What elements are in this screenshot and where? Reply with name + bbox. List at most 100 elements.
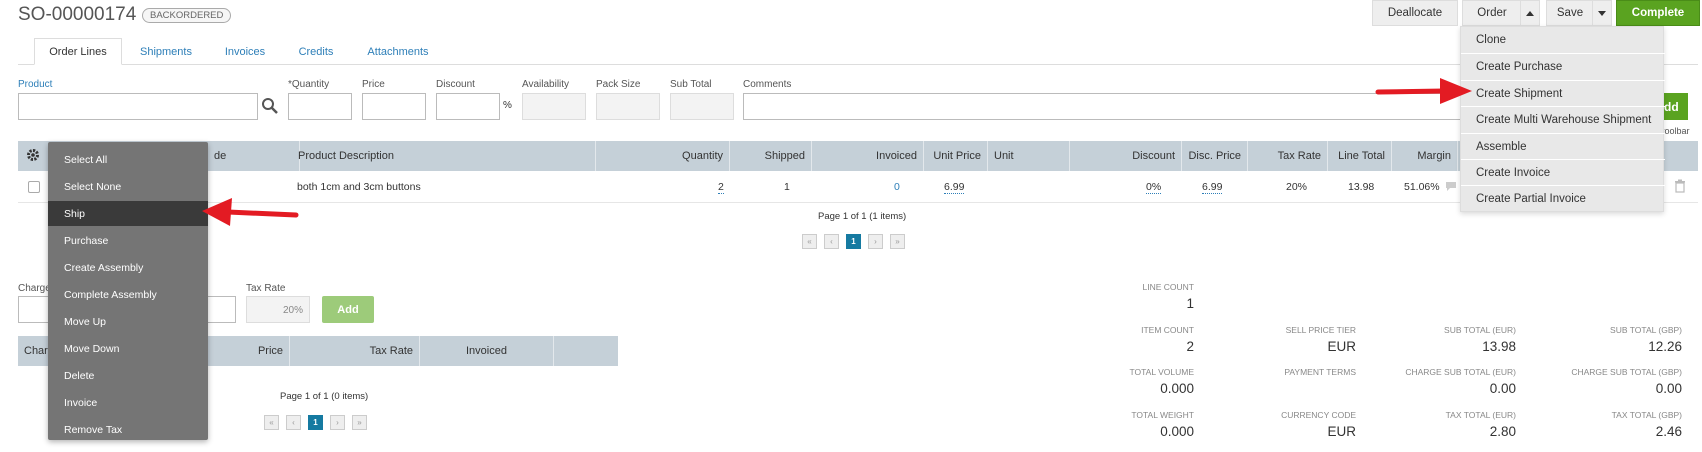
comments-input[interactable] bbox=[743, 93, 1463, 120]
quantity-input[interactable] bbox=[288, 93, 352, 120]
line-count-value: 1 bbox=[1186, 296, 1194, 311]
col-unit-price[interactable]: Unit Price bbox=[924, 141, 988, 171]
menu-item-ship[interactable]: Ship bbox=[48, 201, 208, 226]
col-discount[interactable]: Discount bbox=[1070, 141, 1182, 171]
order-menu-assemble[interactable]: Assemble bbox=[1461, 133, 1665, 159]
discount-label: Discount bbox=[436, 79, 475, 90]
last-page-button[interactable]: » bbox=[352, 415, 367, 430]
row-checkbox[interactable] bbox=[28, 181, 40, 193]
sub-total-eur-value: 13.98 bbox=[1482, 339, 1516, 354]
caret-down-icon bbox=[1598, 10, 1606, 16]
charge-sub-total-eur-label: CHARGE SUB TOTAL (EUR) bbox=[1405, 367, 1516, 377]
col-charge-tax-rate[interactable]: Tax Rate bbox=[290, 336, 420, 366]
order-menu-create-partial-invoice[interactable]: Create Partial Invoice bbox=[1461, 185, 1665, 211]
row-context-menu: Select All Select None Ship Purchase Cre… bbox=[48, 142, 208, 440]
menu-item-remove-tax[interactable]: Remove Tax bbox=[48, 417, 208, 442]
order-menu-toggle[interactable] bbox=[1520, 0, 1540, 26]
save-menu-toggle[interactable] bbox=[1592, 0, 1612, 26]
charges-pager: « ‹ 1 › » bbox=[264, 415, 367, 430]
complete-button[interactable]: Complete bbox=[1616, 0, 1700, 26]
row-quantity[interactable]: 2 bbox=[718, 181, 724, 194]
last-page-button[interactable]: » bbox=[890, 234, 905, 249]
caret-up-icon bbox=[1526, 10, 1534, 16]
menu-item-select-none[interactable]: Select None bbox=[48, 174, 208, 199]
row-discount[interactable]: 0% bbox=[1146, 181, 1162, 194]
menu-item-move-up[interactable]: Move Up bbox=[48, 309, 208, 334]
menu-item-create-assembly[interactable]: Create Assembly bbox=[48, 255, 208, 280]
currency-code-label: CURRENCY CODE bbox=[1281, 410, 1356, 420]
tax-total-gbp-label: TAX TOTAL (GBP) bbox=[1611, 410, 1682, 420]
price-input[interactable] bbox=[362, 93, 426, 120]
page-number[interactable]: 1 bbox=[846, 234, 861, 249]
col-charge-invoiced[interactable]: Invoiced bbox=[420, 336, 554, 366]
charge-sub-total-gbp-label: CHARGE SUB TOTAL (GBP) bbox=[1571, 367, 1682, 377]
comments-label: Comments bbox=[743, 79, 792, 90]
order-menu-create-invoice[interactable]: Create Invoice bbox=[1461, 159, 1665, 185]
col-tax-rate[interactable]: Tax Rate bbox=[1248, 141, 1328, 171]
discount-input[interactable] bbox=[436, 93, 500, 120]
item-count-label: ITEM COUNT bbox=[1141, 325, 1194, 335]
col-invoiced[interactable]: Invoiced bbox=[812, 141, 924, 171]
order-menu-clone[interactable]: Clone bbox=[1461, 27, 1665, 53]
add-line-button[interactable]: dd bbox=[1664, 93, 1688, 120]
toolbar-hint: toolbar bbox=[1662, 126, 1690, 136]
row-tax-rate: 20% bbox=[1286, 181, 1308, 193]
tab-invoices[interactable]: Invoices bbox=[210, 38, 280, 65]
availability-field bbox=[522, 93, 586, 120]
col-description[interactable]: Product Description bbox=[292, 141, 596, 171]
search-icon[interactable] bbox=[261, 97, 278, 117]
col-line-total[interactable]: Line Total bbox=[1328, 141, 1392, 171]
col-unit[interactable]: Unit bbox=[988, 141, 1070, 171]
charges-pager-text: Page 1 of 1 (0 items) bbox=[280, 391, 369, 402]
row-disc-price[interactable]: 6.99 bbox=[1202, 181, 1223, 194]
order-menu-create-purchase[interactable]: Create Purchase bbox=[1461, 53, 1665, 79]
sell-price-tier-label: SELL PRICE TIER bbox=[1285, 325, 1356, 335]
col-quantity[interactable]: Quantity bbox=[596, 141, 730, 171]
item-count-value: 2 bbox=[1186, 339, 1194, 354]
order-button[interactable]: Order bbox=[1462, 0, 1522, 26]
save-button[interactable]: Save bbox=[1546, 0, 1594, 26]
tab-order-lines[interactable]: Order Lines bbox=[34, 38, 122, 65]
deallocate-button[interactable]: Deallocate bbox=[1372, 0, 1458, 26]
menu-item-select-all[interactable]: Select All bbox=[48, 147, 208, 172]
menu-item-move-down[interactable]: Move Down bbox=[48, 336, 208, 361]
lines-pager: « ‹ 1 › » bbox=[802, 234, 905, 249]
next-page-button[interactable]: › bbox=[330, 415, 345, 430]
col-charge-price[interactable]: Price bbox=[208, 336, 290, 366]
tab-credits[interactable]: Credits bbox=[286, 38, 346, 65]
comment-icon[interactable] bbox=[1445, 181, 1457, 195]
order-menu-create-shipment[interactable]: Create Shipment bbox=[1461, 80, 1665, 106]
quantity-label: *Quantity bbox=[288, 79, 330, 90]
menu-item-complete-assembly[interactable]: Complete Assembly bbox=[48, 282, 208, 307]
sell-price-tier-value: EUR bbox=[1327, 339, 1356, 354]
menu-item-invoice[interactable]: Invoice bbox=[48, 390, 208, 415]
line-count-label: LINE COUNT bbox=[1142, 282, 1194, 292]
next-page-button[interactable]: › bbox=[868, 234, 883, 249]
first-page-button[interactable]: « bbox=[802, 234, 817, 249]
col-margin[interactable]: Margin bbox=[1392, 141, 1458, 171]
tab-attachments[interactable]: Attachments bbox=[358, 38, 438, 65]
menu-item-delete[interactable]: Delete bbox=[48, 363, 208, 388]
trash-icon[interactable] bbox=[1674, 179, 1686, 196]
menu-item-purchase[interactable]: Purchase bbox=[48, 228, 208, 253]
row-unit-price[interactable]: 6.99 bbox=[944, 181, 965, 194]
row-invoiced[interactable]: 0 bbox=[894, 181, 900, 193]
col-shipped[interactable]: Shipped bbox=[730, 141, 812, 171]
col-code[interactable]: de bbox=[208, 141, 300, 171]
lines-table-header: de Product Description Quantity Shipped … bbox=[18, 141, 1698, 171]
percent-sign: % bbox=[503, 100, 512, 111]
gear-icon[interactable] bbox=[26, 148, 40, 165]
pack-size-label: Pack Size bbox=[596, 79, 641, 90]
status-badge: BACKORDERED bbox=[142, 8, 232, 23]
order-menu-create-multi-warehouse-shipment[interactable]: Create Multi Warehouse Shipment bbox=[1461, 106, 1665, 132]
prev-page-button[interactable]: ‹ bbox=[286, 415, 301, 430]
col-disc-price[interactable]: Disc. Price bbox=[1182, 141, 1248, 171]
page-number[interactable]: 1 bbox=[308, 415, 323, 430]
col-charge[interactable]: Char bbox=[18, 336, 50, 366]
product-input[interactable] bbox=[18, 93, 258, 120]
sub-total-gbp-label: SUB TOTAL (GBP) bbox=[1610, 325, 1682, 335]
add-charge-button[interactable]: Add bbox=[322, 296, 374, 323]
first-page-button[interactable]: « bbox=[264, 415, 279, 430]
tab-shipments[interactable]: Shipments bbox=[128, 38, 204, 65]
prev-page-button[interactable]: ‹ bbox=[824, 234, 839, 249]
